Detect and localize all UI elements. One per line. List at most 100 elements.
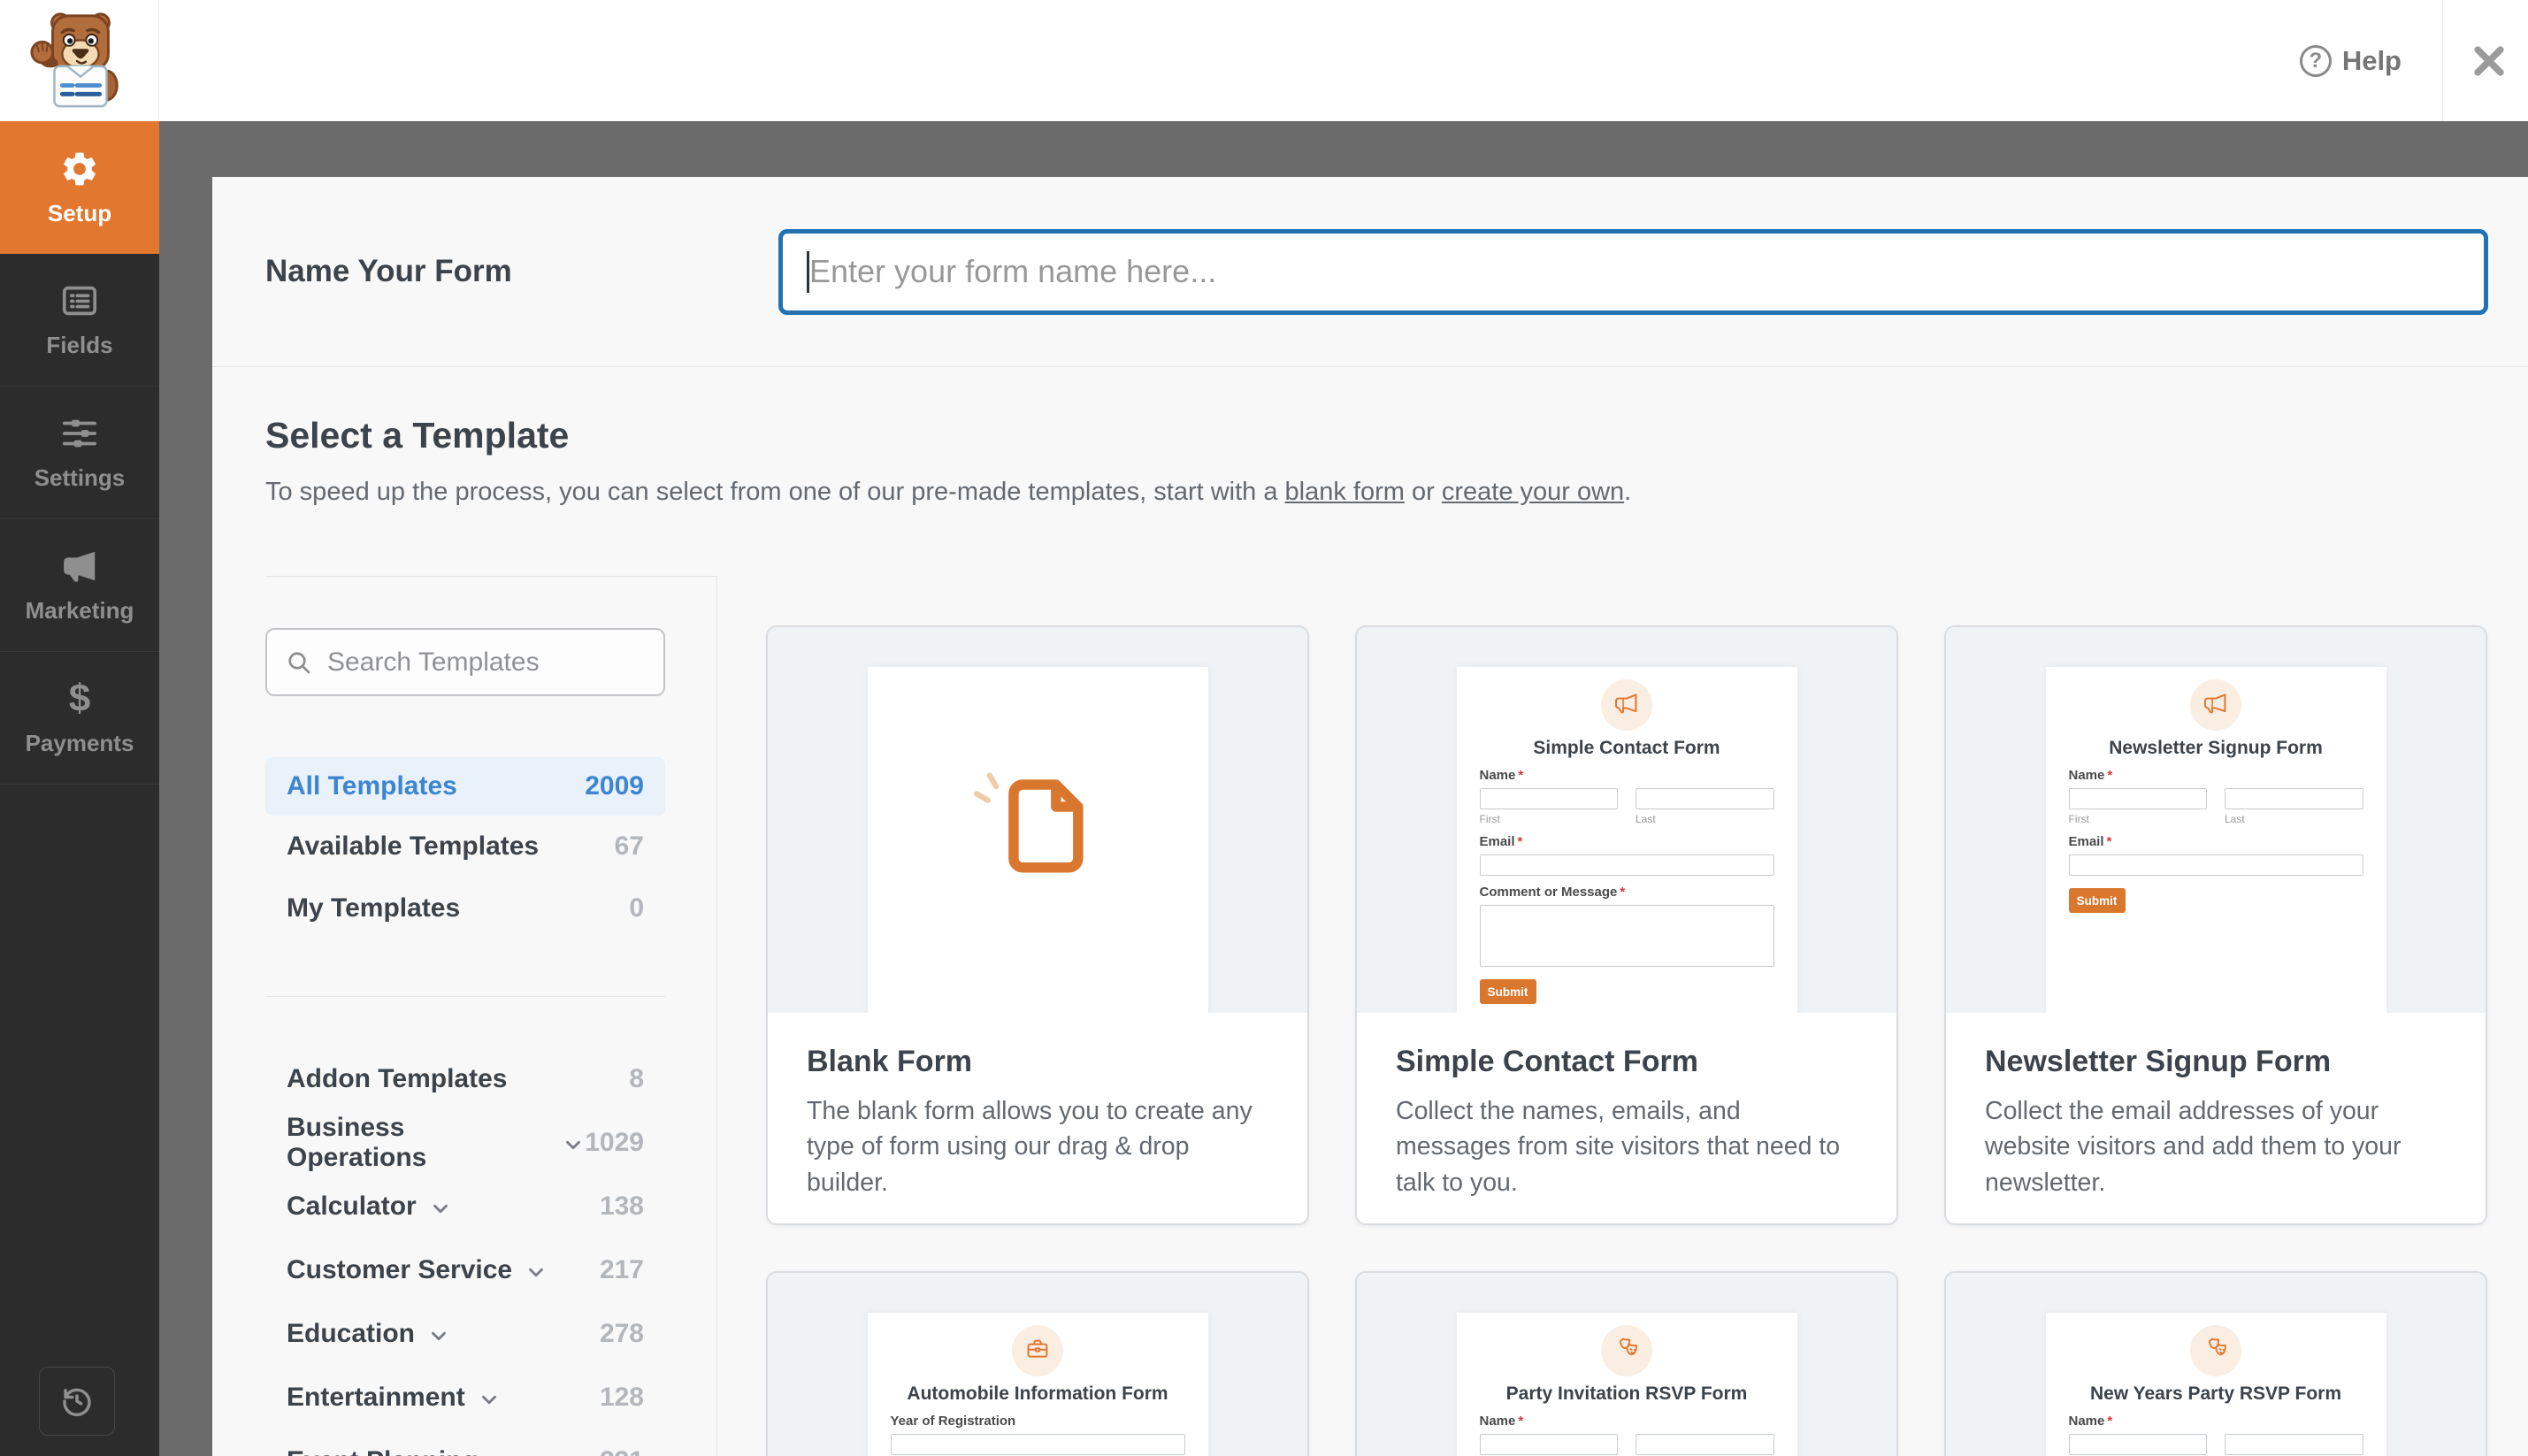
category-label-group: Business Operations bbox=[287, 1113, 585, 1173]
category-calculator[interactable]: Calculator 138 bbox=[265, 1175, 665, 1238]
name-your-form-section: Name Your Form bbox=[212, 177, 2528, 367]
required-asterisk: * bbox=[1517, 834, 1523, 849]
category-label-group: Customer Service bbox=[287, 1255, 548, 1285]
revisions-button[interactable] bbox=[39, 1367, 115, 1436]
template-card-title: Blank Form bbox=[807, 1045, 973, 1078]
template-card-simple-contact-form[interactable]: Simple Contact Form Name * First Last Email * C… bbox=[1355, 625, 1898, 1225]
list-divider bbox=[265, 996, 665, 997]
sidebar-item-fields[interactable]: Fields bbox=[0, 254, 159, 387]
category-label: Business Operations bbox=[287, 1113, 427, 1172]
chevron-down-icon bbox=[562, 1130, 585, 1156]
close-icon bbox=[2474, 45, 2504, 76]
category-business-operations[interactable]: Business Operations 1029 bbox=[265, 1111, 665, 1175]
templates-area: Blank Form The blank form allows you to c… bbox=[717, 576, 2528, 1456]
mini-input bbox=[1636, 1434, 1774, 1455]
category-education[interactable]: Education 278 bbox=[265, 1302, 665, 1366]
masks-icon bbox=[1613, 1335, 1641, 1368]
description-text: To speed up the process, you can select … bbox=[265, 478, 1285, 506]
sidebar-item-marketing[interactable]: Marketing bbox=[0, 519, 159, 652]
category-customer-service[interactable]: Customer Service 217 bbox=[265, 1238, 665, 1302]
mini-input bbox=[1479, 1434, 1618, 1455]
template-card-title: Simple Contact Form bbox=[1396, 1045, 1698, 1078]
template-preview: New Years Party RSVP Form Name*FirstLast bbox=[1946, 1273, 2486, 1456]
masks-icon bbox=[2202, 1335, 2230, 1368]
megaphone-icon bbox=[2202, 689, 2230, 722]
template-card-info: Blank Form The blank form allows you to c… bbox=[768, 1013, 1307, 1200]
category-label: Education bbox=[287, 1319, 416, 1348]
mini-name-inputs bbox=[2068, 1429, 2363, 1455]
briefcase-icon bbox=[1023, 1335, 1052, 1368]
mini-sublabels: First Last bbox=[2069, 813, 2363, 825]
create-your-own-link[interactable]: create your own bbox=[1442, 478, 1624, 506]
category-label: Calculator bbox=[287, 1192, 417, 1221]
sidebar-item-label: Setup bbox=[47, 199, 112, 226]
filter-label: All Templates bbox=[287, 771, 457, 801]
category-label: Addon Templates bbox=[287, 1064, 508, 1093]
template-card-description: Collect the names, emails, and messages … bbox=[1396, 1097, 1841, 1197]
filter-all-templates[interactable]: All Templates 2009 bbox=[265, 757, 665, 816]
category-label: Customer Service bbox=[287, 1255, 513, 1284]
mini-input bbox=[1479, 854, 1774, 876]
template-card-new-years-party-rsvp-form[interactable]: New Years Party RSVP Form Name*FirstLast bbox=[1944, 1271, 2487, 1456]
mini-name-inputs bbox=[1479, 784, 1774, 809]
required-asterisk: * bbox=[2107, 768, 2113, 783]
mini-input bbox=[1479, 788, 1618, 809]
category-label: Entertainment bbox=[287, 1383, 465, 1412]
mini-form-body: Name * First Last Email * Submit bbox=[2046, 768, 2386, 913]
sidebar-item-settings[interactable]: Settings bbox=[0, 387, 159, 519]
mini-field-label: Name * bbox=[1479, 768, 1524, 783]
category-count: 278 bbox=[599, 1319, 644, 1348]
sidebar-item-label: Marketing bbox=[25, 597, 134, 624]
template-preview: Party Invitation RSVP Form Name*FirstLast… bbox=[1357, 1273, 1896, 1456]
template-card-title: Newsletter Signup Form bbox=[1985, 1045, 2332, 1078]
mini-textarea bbox=[1479, 905, 1774, 967]
dollar-icon: $ bbox=[68, 677, 91, 720]
chevron-down-icon bbox=[491, 1448, 514, 1456]
template-card-blank-form[interactable]: Blank Form The blank form allows you to c… bbox=[766, 625, 1309, 1225]
help-label: Help bbox=[2341, 44, 2402, 76]
mini-field-label: Name * bbox=[1479, 1414, 1524, 1429]
sidebar-nav: Setup Fields Settings Marketing $ Payments bbox=[0, 121, 159, 785]
document-icon bbox=[974, 772, 1084, 873]
category-event-planning[interactable]: Event Planning 231 bbox=[265, 1429, 665, 1456]
category-count: 138 bbox=[599, 1192, 644, 1221]
filter-available-templates[interactable]: Available Templates 67 bbox=[265, 816, 665, 877]
mini-field-label: Year of Registration bbox=[890, 1414, 1016, 1429]
wpforms-bear-icon bbox=[29, 11, 119, 107]
category-entertainment[interactable]: Entertainment 128 bbox=[265, 1366, 665, 1429]
sidebar-item-label: Fields bbox=[46, 332, 113, 358]
template-preview: Automobile Information Form Year of Regis… bbox=[768, 1273, 1307, 1456]
mini-form-title: Simple Contact Form bbox=[1533, 738, 1720, 758]
template-nav-list: All Templates 2009 Available Templates 67 My… bbox=[265, 757, 665, 939]
close-builder-button[interactable] bbox=[2443, 42, 2528, 80]
template-filter-column: All Templates 2009 Available Templates 67 My… bbox=[265, 576, 717, 1456]
template-card-newsletter-signup-form[interactable]: Newsletter Signup Form Name * First Last Emai… bbox=[1944, 625, 2487, 1225]
template-preview: Newsletter Signup Form Name * First Last Emai… bbox=[1946, 627, 2486, 1013]
sidebar-item-payments[interactable]: $ Payments bbox=[0, 652, 159, 785]
mini-sublabel: Last bbox=[2225, 813, 2245, 825]
template-preview-sheet: Automobile Information Form Year of Regis… bbox=[867, 1313, 1208, 1456]
required-asterisk: * bbox=[1518, 768, 1524, 783]
sidebar-item-label: Payments bbox=[25, 730, 134, 756]
sidebar-item-label: Settings bbox=[34, 464, 126, 491]
mini-input bbox=[2068, 788, 2207, 809]
form-name-input[interactable] bbox=[778, 228, 2488, 315]
category-addon-templates[interactable]: Addon Templates 8 bbox=[265, 1047, 665, 1111]
template-preview-sheet: New Years Party RSVP Form Name*FirstLast bbox=[2045, 1313, 2386, 1456]
blank-form-link[interactable]: blank form bbox=[1285, 478, 1405, 506]
category-label-group: Entertainment bbox=[287, 1383, 501, 1413]
help-button[interactable]: ? Help bbox=[2299, 44, 2402, 77]
mini-sublabel: Last bbox=[1636, 813, 1656, 825]
template-card-automobile-information-form[interactable]: Automobile Information Form Year of Regis… bbox=[766, 1271, 1309, 1456]
search-templates-input[interactable] bbox=[327, 647, 669, 678]
sidebar-item-setup[interactable]: Setup bbox=[0, 121, 159, 254]
required-asterisk: * bbox=[1620, 885, 1626, 900]
chevron-down-icon bbox=[478, 1384, 501, 1411]
mini-form-body: Name*FirstLastEmail* bbox=[1457, 1414, 1797, 1456]
mini-sublabel: First bbox=[2068, 813, 2089, 825]
description-text: . bbox=[1624, 478, 1632, 506]
template-card-party-invitation-rsvp-form[interactable]: Party Invitation RSVP Form Name*FirstLast… bbox=[1355, 1271, 1898, 1456]
template-icon-bubble bbox=[2190, 1325, 2241, 1376]
select-template-heading: Select a Template bbox=[265, 415, 570, 456]
filter-my-templates[interactable]: My Templates 0 bbox=[265, 877, 665, 939]
